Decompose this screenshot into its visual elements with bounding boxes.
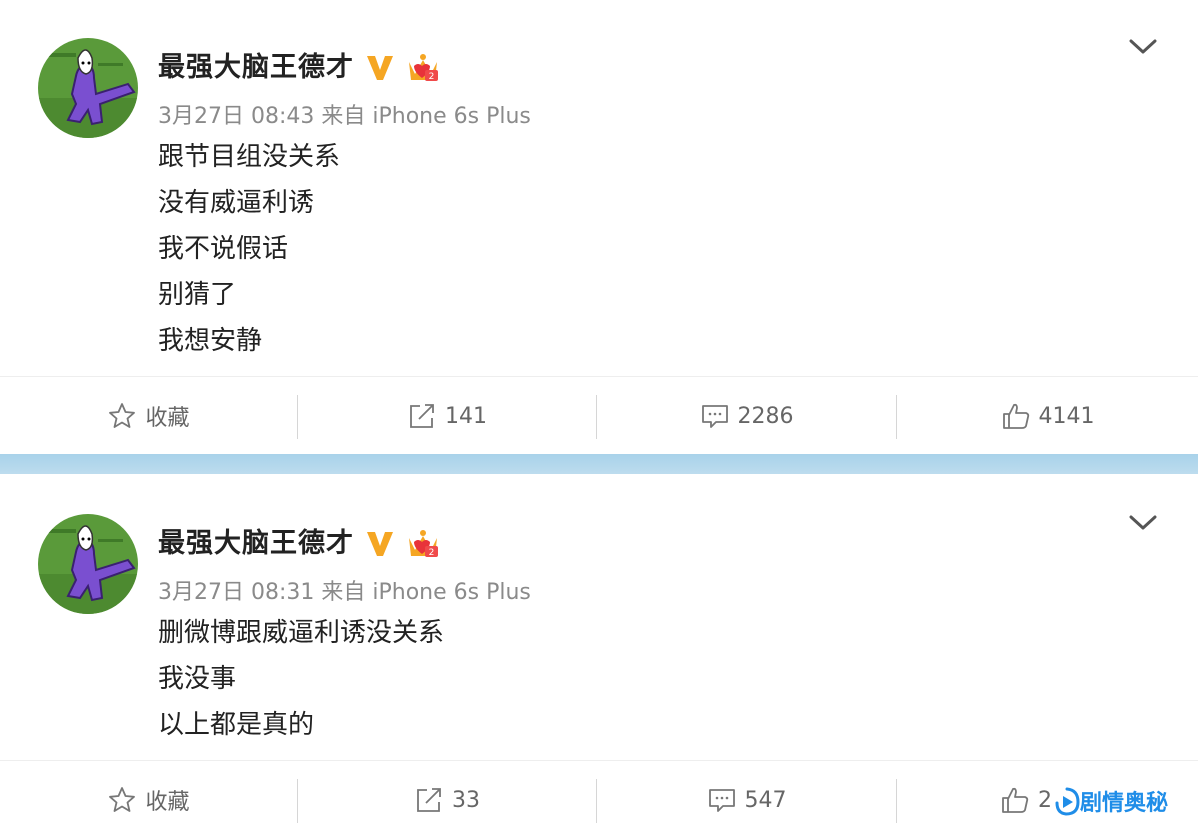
source: 来自 iPhone 6s Plus [321,580,531,605]
watermark: 剧情奥秘 [1052,784,1173,818]
feed-separator [0,454,1198,474]
comment-count: 547 [744,787,787,813]
chevron-down-icon[interactable] [1128,36,1158,58]
comment-count: 2286 [737,403,794,429]
repost-count: 141 [445,403,487,429]
star-icon [109,787,136,812]
watermark-text: 剧情奥秘 [1080,791,1169,816]
repost-button[interactable]: 33 [298,761,596,839]
favorite-button[interactable]: 收藏 [0,377,297,455]
username[interactable]: 最强大脑王德才 [158,521,354,560]
timestamp[interactable]: 3月27日 08:31 [158,580,314,605]
star-icon [109,403,136,428]
svg-text:2: 2 [429,72,435,82]
crown-icon: 2 [409,530,438,558]
avatar[interactable] [38,38,138,138]
chevron-down-icon[interactable] [1128,512,1158,534]
source: 来自 iPhone 6s Plus [321,104,531,129]
comment-icon [701,405,728,428]
username[interactable]: 最强大脑王德才 [158,45,354,84]
post-line: 我不说假话 [158,234,289,264]
post-text: 删微博跟威逼利诱没关系 我没事 以上都是真的 [158,614,444,752]
repost-icon [417,788,441,812]
post-line: 以上都是真的 [158,710,315,740]
post-line: 删微博跟威逼利诱没关系 [158,618,445,648]
play-logo-icon [1055,787,1080,816]
repost-count: 33 [452,787,480,813]
post-line: 别猜了 [158,280,237,310]
verified-v-icon [367,56,393,80]
action-bar: 收藏 33 547 2 [0,760,1198,839]
post-meta: 3月27日 08:43 来自 iPhone 6s Plus [158,98,531,130]
post-text: 跟节目组没关系 没有威逼利诱 我不说假话 别猜了 我想安静 [158,138,340,368]
thumbs-up-icon [1002,787,1029,813]
verified-v-icon [367,532,393,556]
post-line: 没有威逼利诱 [158,188,315,218]
like-button[interactable]: 4141 [897,377,1198,455]
favorite-button[interactable]: 收藏 [0,761,297,839]
post-line: 跟节目组没关系 [158,142,341,172]
post-line: 我想安静 [158,326,263,356]
favorite-label: 收藏 [145,406,190,431]
timestamp[interactable]: 3月27日 08:43 [158,104,314,129]
comment-icon [708,789,735,812]
repost-icon [410,404,434,428]
post-line: 我没事 [158,664,237,694]
weibo-post: 最强大脑王德才 2 3月27日 08:43 来自 iPhone 6s Plus … [0,0,1198,454]
action-bar: 收藏 141 2286 4141 [0,376,1198,455]
comment-button[interactable]: 2286 [597,377,896,455]
comment-button[interactable]: 547 [597,761,896,839]
crown-icon: 2 [409,54,438,82]
thumbs-up-icon [1002,403,1029,429]
weibo-post: 最强大脑王德才 2 3月27日 08:31 来自 iPhone 6s Plus … [0,474,1198,834]
favorite-label: 收藏 [145,790,190,815]
avatar[interactable] [38,514,138,614]
like-count: 4141 [1038,403,1095,429]
like-count: 2 [1038,787,1052,813]
post-meta: 3月27日 08:31 来自 iPhone 6s Plus [158,574,531,606]
repost-button[interactable]: 141 [298,377,596,455]
svg-text:2: 2 [429,548,435,558]
